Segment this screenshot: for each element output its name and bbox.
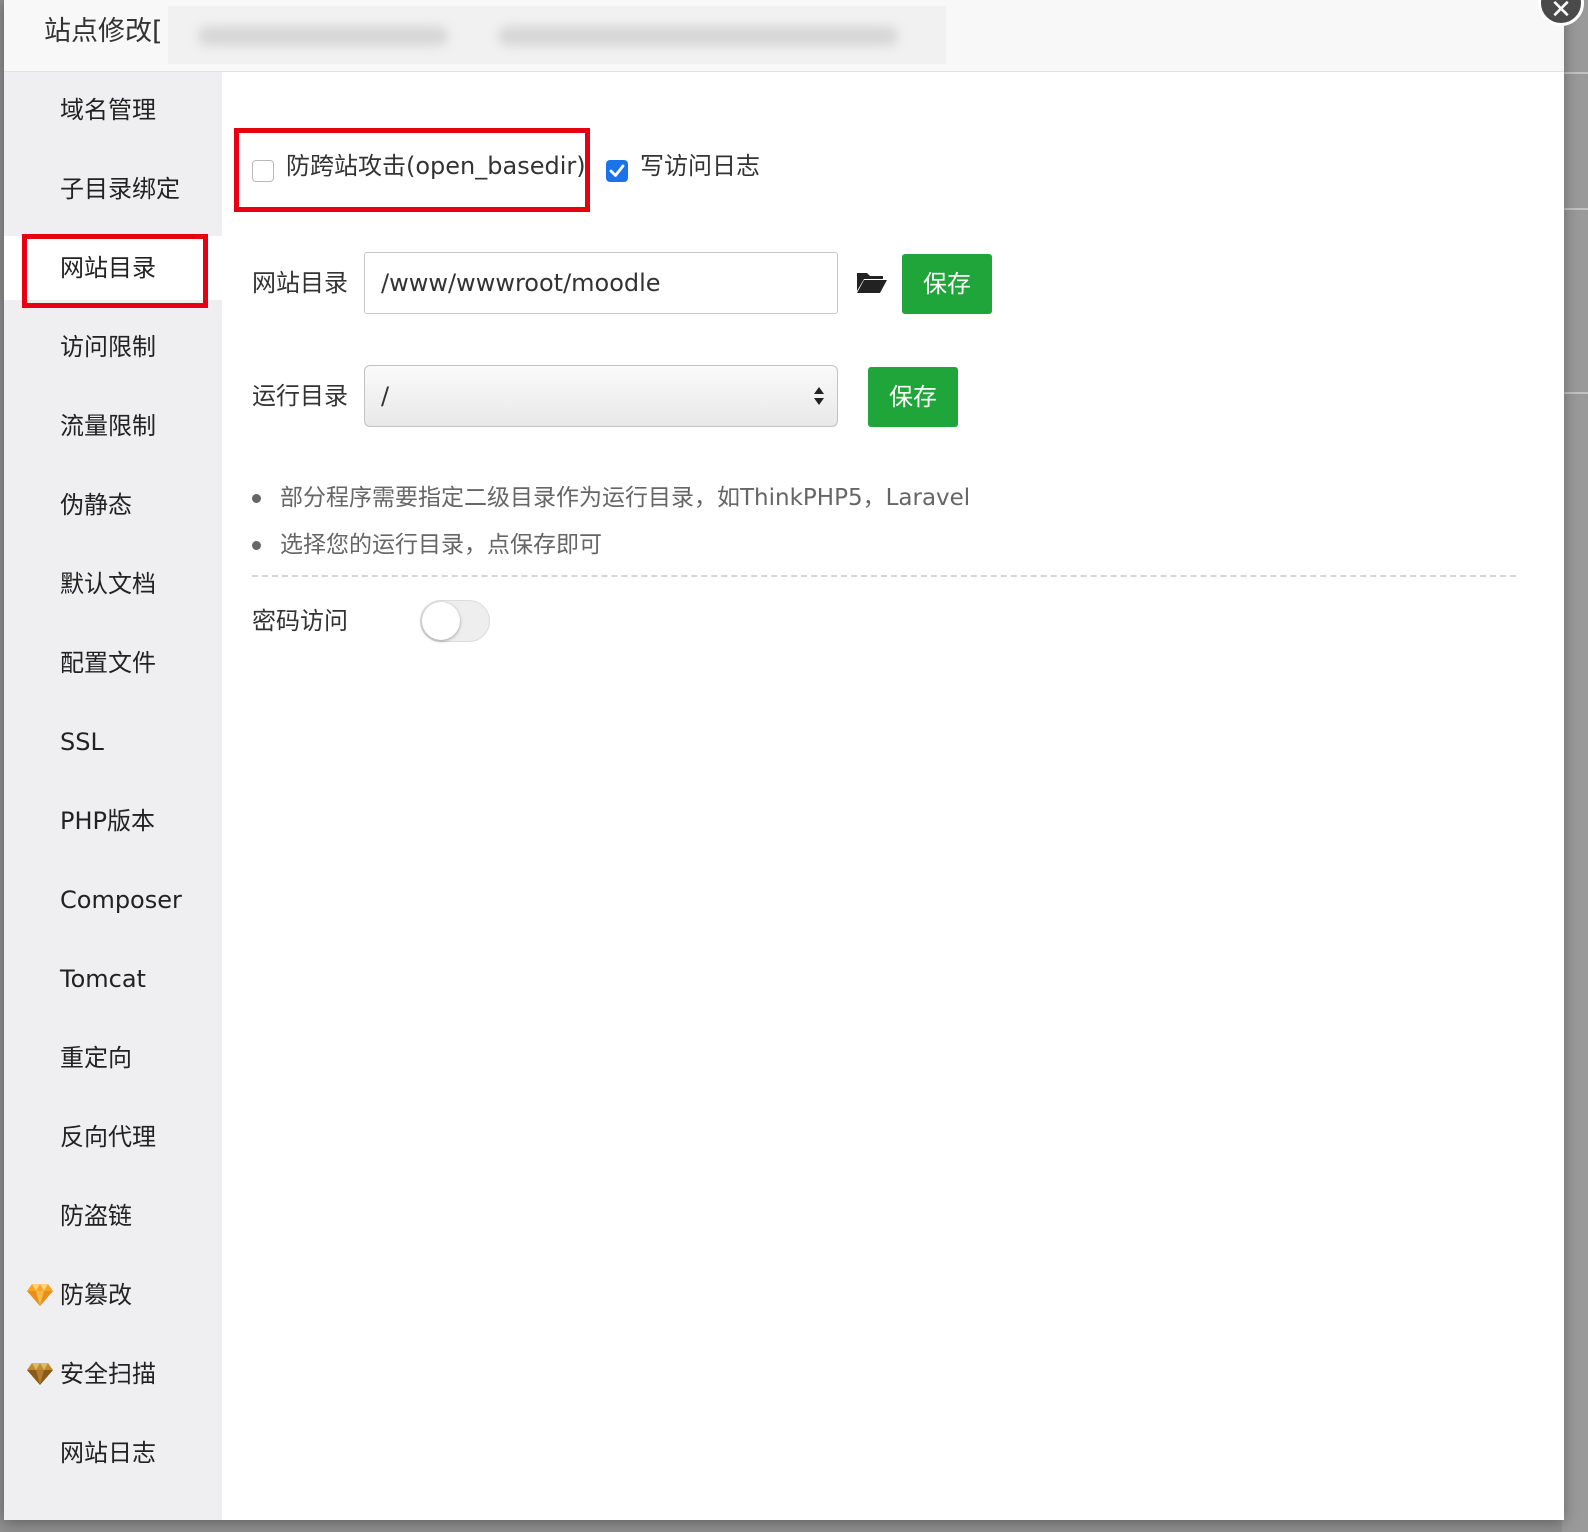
backdrop-line bbox=[1562, 392, 1588, 394]
open-basedir-checkbox[interactable] bbox=[252, 160, 274, 182]
sidebar-item-tomcat[interactable]: Tomcat bbox=[4, 947, 222, 1011]
tip-item: 选择您的运行目录，点保存即可 bbox=[252, 529, 602, 561]
sidebar-item-security-scan[interactable]: 安全扫描 bbox=[4, 1342, 222, 1406]
sidebar-item-site-log[interactable]: 网站日志 bbox=[4, 1421, 222, 1485]
sidebar-item-label: 网站日志 bbox=[60, 1439, 156, 1467]
sidebar-item-access-limit[interactable]: 访问限制 bbox=[4, 315, 222, 379]
tip-item: 部分程序需要指定二级目录作为运行目录，如ThinkPHP5，Laravel bbox=[252, 482, 970, 514]
sidebar-item-rewrite[interactable]: 伪静态 bbox=[4, 473, 222, 537]
password-access-toggle[interactable] bbox=[420, 600, 490, 642]
sidebar-item-label: 配置文件 bbox=[60, 649, 156, 677]
sidebar-item-label: Tomcat bbox=[60, 965, 146, 993]
sidebar-item-label: 防篡改 bbox=[60, 1281, 132, 1309]
sidebar-item-config-file[interactable]: 配置文件 bbox=[4, 631, 222, 695]
dialog-header: 站点修改[ bbox=[4, 0, 1564, 72]
sidebar-item-label: 域名管理 bbox=[60, 96, 156, 124]
bullet-icon bbox=[252, 494, 261, 503]
toggle-knob bbox=[422, 602, 460, 640]
sidebar-item-label: 流量限制 bbox=[60, 412, 156, 440]
sidebar-item-reverse-proxy[interactable]: 反向代理 bbox=[4, 1105, 222, 1169]
redacted-title-text bbox=[168, 6, 946, 64]
sidebar-item-composer[interactable]: Composer bbox=[4, 868, 222, 932]
sidebar-item-domain[interactable]: 域名管理 bbox=[4, 78, 222, 142]
run-dir-label: 运行目录 bbox=[252, 382, 348, 410]
sidebar-item-label: PHP版本 bbox=[60, 807, 155, 835]
diamond-icon bbox=[27, 1284, 53, 1306]
sidebar-item-label: 重定向 bbox=[60, 1044, 132, 1072]
site-dir-input[interactable]: /www/wwwroot/moodle bbox=[364, 252, 838, 314]
site-settings-dialog: 站点修改[ ✕ 域名管理 子目录绑定 网站目录 访问限制 流量限制 伪静态 默认… bbox=[4, 0, 1584, 1520]
site-dir-label: 网站目录 bbox=[252, 269, 348, 297]
sidebar-item-traffic-limit[interactable]: 流量限制 bbox=[4, 394, 222, 458]
sidebar-item-label: 伪静态 bbox=[60, 491, 132, 519]
highlight-box-site-dir bbox=[22, 234, 208, 308]
sidebar-item-default-doc[interactable]: 默认文档 bbox=[4, 552, 222, 616]
open-basedir-label: 防跨站攻击(open_basedir) bbox=[286, 152, 586, 180]
sidebar-item-php-version[interactable]: PHP版本 bbox=[4, 789, 222, 853]
bullet-icon bbox=[252, 541, 261, 550]
sidebar-item-label: 反向代理 bbox=[60, 1123, 156, 1151]
backdrop-line bbox=[1562, 208, 1588, 210]
tip-text: 部分程序需要指定二级目录作为运行目录，如ThinkPHP5，Laravel bbox=[280, 485, 971, 511]
access-log-label: 写访问日志 bbox=[640, 152, 760, 180]
main-panel: 防跨站攻击(open_basedir) 写访问日志 网站目录 /www/wwwr… bbox=[222, 72, 1564, 1520]
run-dir-select[interactable]: / bbox=[364, 365, 838, 427]
checkmark-icon bbox=[609, 164, 625, 177]
sidebar-item-label: 默认文档 bbox=[60, 570, 156, 598]
save-site-dir-button[interactable]: 保存 bbox=[902, 254, 992, 314]
sidebar-item-label: 子目录绑定 bbox=[60, 175, 180, 203]
select-arrows-icon bbox=[814, 387, 824, 405]
sidebar-item-label: 防盗链 bbox=[60, 1202, 132, 1230]
backdrop bbox=[1562, 0, 1588, 1532]
dialog-title: 站点修改[ bbox=[44, 16, 163, 47]
sidebar-item-redirect[interactable]: 重定向 bbox=[4, 1026, 222, 1090]
sidebar-item-subdir[interactable]: 子目录绑定 bbox=[4, 157, 222, 221]
tip-text: 选择您的运行目录，点保存即可 bbox=[280, 532, 602, 558]
sidebar-item-label: 安全扫描 bbox=[60, 1360, 156, 1388]
sidebar-item-label: 访问限制 bbox=[60, 333, 156, 361]
sidebar-item-ssl[interactable]: SSL bbox=[4, 710, 222, 774]
sidebar-item-label: Composer bbox=[60, 886, 182, 914]
access-log-checkbox[interactable] bbox=[606, 160, 628, 182]
save-run-dir-button[interactable]: 保存 bbox=[868, 367, 958, 427]
sidebar-item-label: SSL bbox=[60, 728, 104, 756]
folder-open-icon[interactable] bbox=[856, 270, 888, 294]
sidebar-item-hotlink[interactable]: 防盗链 bbox=[4, 1184, 222, 1248]
diamond-icon bbox=[27, 1363, 53, 1385]
run-dir-selected-value: / bbox=[381, 382, 390, 410]
backdrop-line bbox=[1562, 72, 1588, 74]
password-access-label: 密码访问 bbox=[252, 607, 348, 635]
divider bbox=[252, 575, 1516, 577]
sidebar-item-tamper-proof[interactable]: 防篡改 bbox=[4, 1263, 222, 1327]
